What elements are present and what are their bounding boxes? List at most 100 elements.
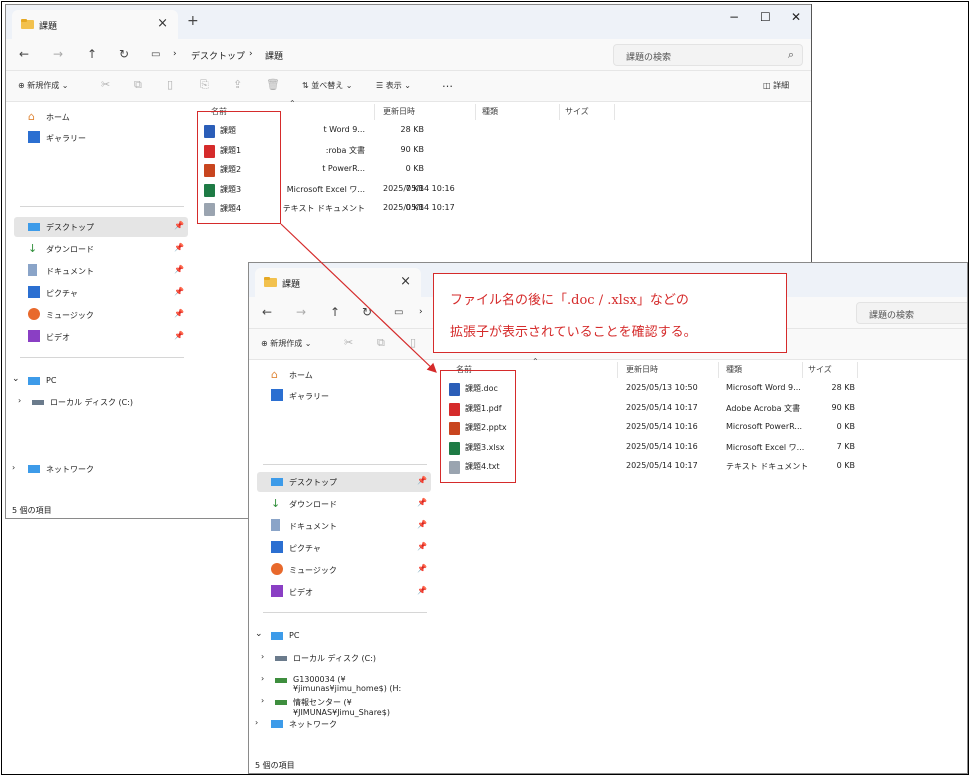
close-tab-icon[interactable]: × <box>400 274 411 289</box>
close-window-button[interactable]: ✕ <box>791 10 801 24</box>
column-header-size[interactable]: サイズ <box>808 364 832 375</box>
share-icon[interactable]: ⇪ <box>233 78 242 91</box>
up-arrow-icon[interactable]: ↑ <box>330 305 340 319</box>
sidebar-item-home-drive[interactable]: › G1300034 (¥¥jimunas¥jimu_home$) (H: <box>249 670 431 693</box>
column-separator[interactable] <box>559 104 560 120</box>
sidebar-item-pc[interactable]: ⌄ PC <box>6 371 188 391</box>
cut-icon[interactable]: ✂ <box>344 336 353 349</box>
pin-icon[interactable]: 📌 <box>174 287 184 296</box>
chevron-right-icon[interactable]: › <box>12 463 15 472</box>
pin-icon[interactable]: 📌 <box>174 309 184 318</box>
new-tab-button[interactable]: + <box>187 13 199 29</box>
column-separator[interactable] <box>614 104 615 120</box>
column-header-date[interactable]: 更新日時 <box>383 106 415 117</box>
sidebar-item-pictures[interactable]: ピクチャ 📌 <box>257 538 431 558</box>
maximize-button[interactable]: ☐ <box>760 10 771 24</box>
chevron-right-icon[interactable]: › <box>261 674 264 683</box>
sidebar-item-network[interactable]: › ネットワーク <box>249 714 431 734</box>
sidebar-item-home[interactable]: ⌂ ホーム <box>14 107 188 127</box>
sidebar-item-music[interactable]: ミュージック 📌 <box>257 560 431 580</box>
column-header-size[interactable]: サイズ <box>565 106 589 117</box>
rename-icon[interactable]: ⎘ <box>200 78 209 92</box>
sidebar-item-network[interactable]: › ネットワーク <box>6 459 188 479</box>
sidebar-item-desktop[interactable]: デスクトップ 📌 <box>257 472 431 492</box>
minimize-button[interactable]: − <box>729 10 739 24</box>
pin-icon[interactable]: 📌 <box>417 564 427 573</box>
column-separator[interactable] <box>475 104 476 120</box>
delete-icon[interactable]: 🗑 <box>266 78 280 91</box>
file-row[interactable]: 課題1:roba 文書 90 KB <box>192 141 811 160</box>
more-button[interactable]: … <box>442 77 453 90</box>
sidebar-item-gallery[interactable]: ギャラリー <box>14 128 188 148</box>
copy-icon[interactable]: ⧉ <box>377 336 385 350</box>
tab-active[interactable]: 課題 × <box>255 268 421 297</box>
sidebar-item-gallery[interactable]: ギャラリー <box>257 386 431 406</box>
breadcrumb-desktop[interactable]: デスクトップ <box>191 49 245 62</box>
breadcrumb-current[interactable]: 課題 <box>265 49 283 62</box>
sidebar-item-videos[interactable]: ビデオ 📌 <box>14 327 188 347</box>
chevron-right-icon[interactable]: › <box>261 696 264 705</box>
monitor-icon[interactable]: ▭ <box>151 49 160 60</box>
pin-icon[interactable]: 📌 <box>417 520 427 529</box>
file-row[interactable]: 課題 t Word 9... 28 KB <box>192 121 811 140</box>
paste-icon[interactable]: ▯ <box>167 78 173 91</box>
pin-icon[interactable]: 📌 <box>417 498 427 507</box>
sidebar-item-pictures[interactable]: ピクチャ 📌 <box>14 283 188 303</box>
chevron-right-icon[interactable]: › <box>18 396 21 405</box>
pin-icon[interactable]: 📌 <box>417 476 427 485</box>
sort-button[interactable]: ⇅ 並べ替え ⌄ <box>302 80 353 91</box>
pin-icon[interactable]: 📌 <box>417 586 427 595</box>
monitor-icon[interactable]: ▭ <box>394 307 403 318</box>
forward-arrow-icon[interactable]: → <box>53 47 63 61</box>
sidebar-item-documents[interactable]: ドキュメント 📌 <box>14 261 188 281</box>
column-header-type[interactable]: 種類 <box>482 106 498 117</box>
search-input[interactable]: 課題の検索 ⌕ <box>613 44 803 66</box>
sidebar-item-local-disk[interactable]: › ローカル ディスク (C:) <box>249 648 431 668</box>
up-arrow-icon[interactable]: ↑ <box>87 47 97 61</box>
file-row[interactable]: 課題2 t PowerR... 0 KB <box>192 160 811 179</box>
column-separator[interactable] <box>617 362 618 378</box>
sidebar-item-local-disk[interactable]: › ローカル ディスク (C:) <box>6 392 188 412</box>
back-arrow-icon[interactable]: ← <box>262 305 272 319</box>
sidebar-item-pc[interactable]: ⌄ PC <box>249 626 431 646</box>
tab-active[interactable]: 課題 × <box>12 10 178 39</box>
file-row[interactable]: 課題3 2025/05/14 10:16 Microsoft Excel ワ... 7… <box>192 180 811 199</box>
chevron-right-icon[interactable]: › <box>261 652 264 661</box>
sidebar-item-downloads[interactable]: ↓ ダウンロード 📌 <box>14 239 188 259</box>
pin-icon[interactable]: 📌 <box>417 542 427 551</box>
cut-icon[interactable]: ✂ <box>101 78 110 91</box>
file-row[interactable]: 課題4 2025/05/14 10:17 テキスト ドキュメント 0 KB <box>192 199 811 218</box>
pin-icon[interactable]: 📌 <box>174 221 184 230</box>
sidebar-item-downloads[interactable]: ↓ ダウンロード 📌 <box>257 494 431 514</box>
column-header-type[interactable]: 種類 <box>726 364 742 375</box>
sidebar-item-home[interactable]: ⌂ ホーム <box>257 365 431 385</box>
close-tab-icon[interactable]: × <box>157 16 168 31</box>
search-input[interactable]: 課題の検索 <box>856 302 967 324</box>
column-separator[interactable] <box>857 362 858 378</box>
pin-icon[interactable]: 📌 <box>174 243 184 252</box>
refresh-icon[interactable]: ↻ <box>119 47 129 61</box>
sidebar-item-music[interactable]: ミュージック 📌 <box>14 305 188 325</box>
column-separator[interactable] <box>802 362 803 378</box>
column-separator[interactable] <box>374 104 375 120</box>
chevron-down-icon[interactable]: ⌄ <box>255 629 263 639</box>
new-button[interactable]: ⊕ 新規作成 ⌄ <box>18 80 69 91</box>
column-header-date[interactable]: 更新日時 <box>626 364 658 375</box>
pin-icon[interactable]: 📌 <box>174 265 184 274</box>
new-button[interactable]: ⊕ 新規作成 ⌄ <box>261 338 312 349</box>
view-button[interactable]: ☰ 表示 ⌄ <box>376 80 411 91</box>
back-arrow-icon[interactable]: ← <box>19 47 29 61</box>
details-button[interactable]: ◫ 詳細 <box>763 80 789 91</box>
sidebar-item-share-drive[interactable]: › 情報センター (¥¥JIMUNAS¥Jimu_Share$) <box>249 692 431 717</box>
sidebar-item-documents[interactable]: ドキュメント 📌 <box>257 516 431 536</box>
column-separator[interactable] <box>718 362 719 378</box>
paste-icon[interactable]: ▯ <box>410 336 416 349</box>
pin-icon[interactable]: 📌 <box>174 331 184 340</box>
sidebar-item-videos[interactable]: ビデオ 📌 <box>257 582 431 602</box>
refresh-icon[interactable]: ↻ <box>362 305 372 319</box>
copy-icon[interactable]: ⧉ <box>134 78 142 92</box>
chevron-down-icon[interactable]: ⌄ <box>12 374 20 384</box>
chevron-right-icon[interactable]: › <box>255 718 258 727</box>
sidebar-item-desktop[interactable]: デスクトップ 📌 <box>14 217 188 237</box>
forward-arrow-icon[interactable]: → <box>296 305 306 319</box>
